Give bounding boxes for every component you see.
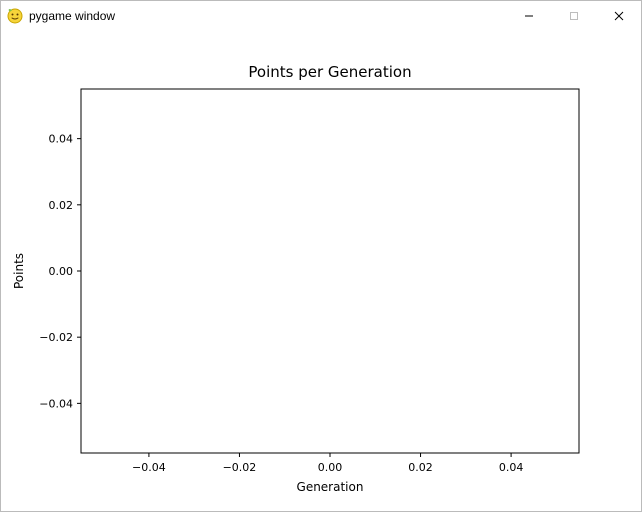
plot-area [81,89,579,453]
chart: Points per Generation −0.04 −0.02 0.00 0.02… [1,31,641,511]
x-ticks: −0.04 −0.02 0.00 0.02 0.04 [132,453,523,474]
y-ticks: −0.04 −0.02 0.00 0.02 0.04 [39,133,81,411]
window-controls [506,1,641,31]
y-tick-label: 0.02 [49,199,74,212]
minimize-button[interactable] [506,1,551,31]
x-tick-label: 0.00 [318,461,343,474]
window-title: pygame window [29,9,115,23]
x-axis-label: Generation [297,480,364,494]
pygame-icon [7,8,23,24]
y-tick-label: 0.04 [49,133,74,146]
y-tick-label: −0.02 [39,331,73,344]
maximize-button[interactable] [551,1,596,31]
x-tick-label: 0.04 [499,461,524,474]
y-tick-label: −0.04 [39,397,73,410]
y-axis-label: Points [12,253,26,289]
client-area: Points per Generation −0.04 −0.02 0.00 0.02… [1,31,641,511]
x-tick-label: −0.04 [132,461,166,474]
chart-title: Points per Generation [248,63,411,81]
close-button[interactable] [596,1,641,31]
app-window: pygame window Points per Generation −0.0… [0,0,642,512]
y-tick-label: 0.00 [49,265,74,278]
titlebar: pygame window [1,1,641,31]
x-tick-label: 0.02 [408,461,433,474]
x-tick-label: −0.02 [223,461,257,474]
